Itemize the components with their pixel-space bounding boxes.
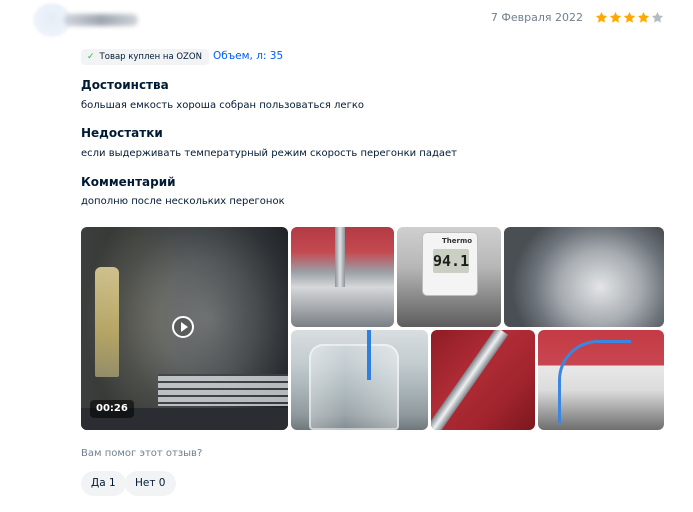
tube-shape [367, 330, 371, 380]
rod-shape [431, 330, 509, 430]
reviewer-name-blurred [64, 14, 138, 26]
thermometer-reading: 94.1 [433, 249, 469, 273]
review-photo-4[interactable] [291, 330, 428, 430]
thermometer-brand: Thermo [442, 237, 473, 245]
review-photo-3[interactable] [504, 227, 664, 327]
review-photo-1[interactable] [291, 227, 394, 327]
star-filled-icon [609, 11, 622, 23]
review-date: 7 Февраля 2022 [490, 11, 583, 24]
play-icon[interactable] [172, 316, 194, 338]
video-duration: 00:26 [90, 400, 134, 418]
cons-text: если выдерживать температурный режим ско… [81, 148, 457, 159]
vote-no-button[interactable]: Нет 0 [125, 471, 176, 496]
volume-variant-link[interactable]: Объем, л: 35 [213, 50, 283, 62]
star-filled-icon [637, 11, 650, 23]
vote-yes-button[interactable]: Да 1 [81, 471, 126, 496]
pros-text: большая емкость хороша собран пользовать… [81, 100, 364, 111]
review-photo-6[interactable] [538, 330, 664, 430]
helpful-question: Вам помог этот отзыв? [81, 448, 203, 459]
star-filled-icon [623, 11, 636, 23]
bottle-shape [95, 267, 119, 377]
star-filled-icon [595, 11, 608, 23]
pros-title: Достоинства [81, 78, 169, 92]
comment-title: Комментарий [81, 175, 176, 189]
cons-title: Недостатки [81, 126, 163, 140]
jar-shape [309, 344, 399, 430]
pot-bands [158, 374, 288, 406]
pipe-shape [335, 227, 345, 287]
purchased-badge: ✓ Товар куплен на OZON [81, 49, 209, 65]
review-photo-2[interactable]: Thermo 94.1 [397, 227, 501, 327]
check-icon: ✓ [87, 52, 95, 62]
comment-text: дополню после нескольких перегонок [81, 196, 285, 207]
rating-stars [595, 11, 664, 24]
review-photo-5[interactable] [431, 330, 535, 430]
purchased-badge-label: Товар куплен на OZON [99, 52, 202, 62]
star-empty-icon [651, 11, 664, 23]
hose-shape [558, 340, 631, 423]
